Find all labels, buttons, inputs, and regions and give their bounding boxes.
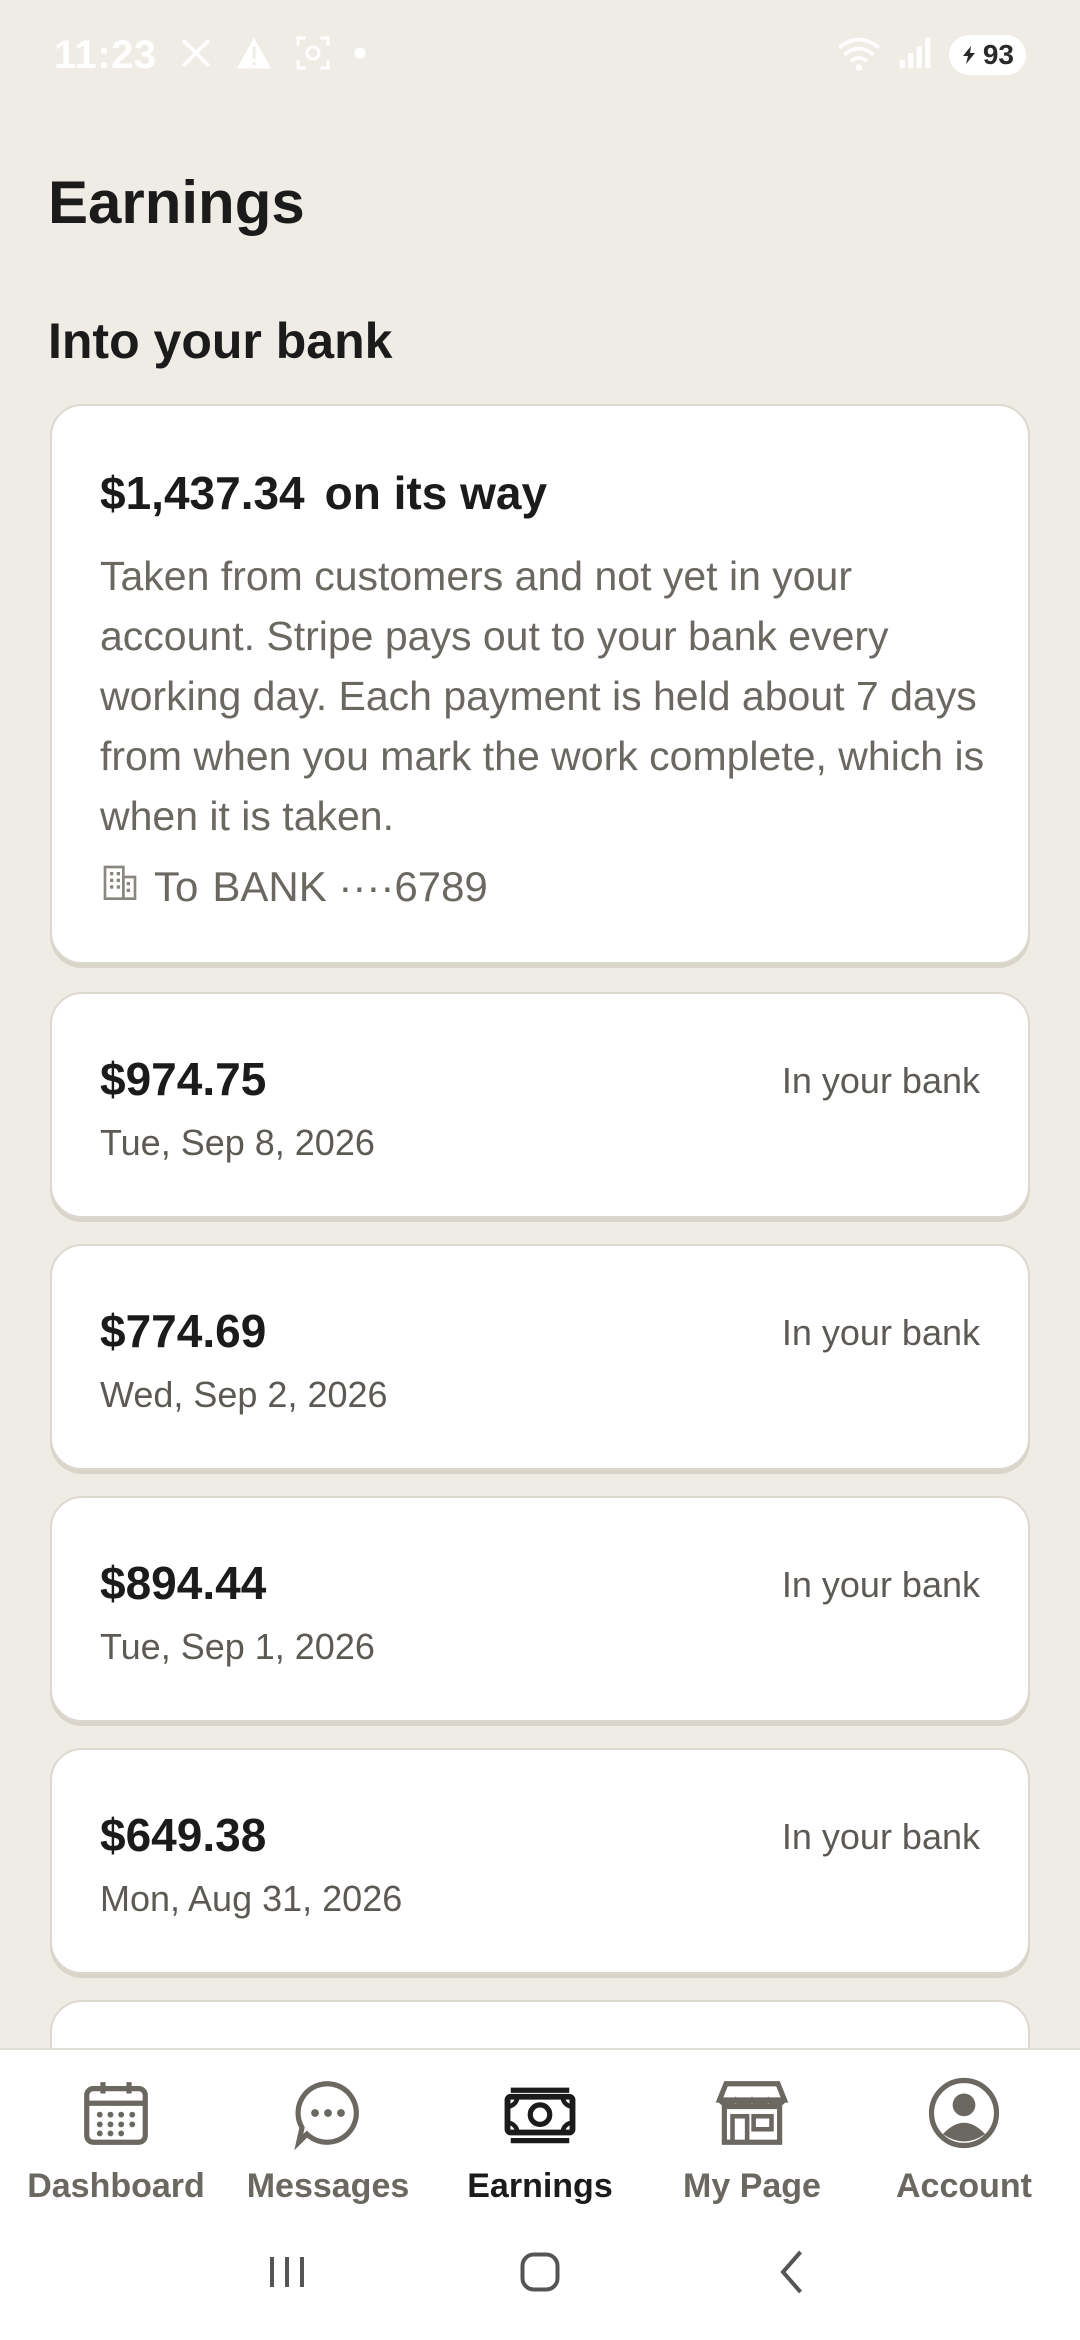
user-icon bbox=[925, 2074, 1003, 2157]
nav-item-account[interactable]: Account bbox=[858, 2050, 1070, 2218]
bank-name: BANK ····6789 bbox=[212, 863, 488, 910]
battery-icon: 93 bbox=[948, 35, 1026, 75]
section-title: Into your bank bbox=[48, 313, 393, 369]
status-left: 11:23 bbox=[54, 33, 367, 78]
payout-date: Mon, Aug 31, 2026 bbox=[100, 1878, 403, 1919]
pending-amount: $1,437.34 bbox=[100, 467, 305, 519]
nav-label-earnings: Earnings bbox=[467, 2167, 613, 2205]
payout-date: Tue, Sep 1, 2026 bbox=[100, 1626, 375, 1667]
system-nav bbox=[0, 2212, 1080, 2332]
payout-status: In your bank bbox=[781, 1312, 980, 1353]
status-right: 93 bbox=[837, 35, 1026, 76]
nav-item-dashboard[interactable]: Dashboard bbox=[10, 2050, 222, 2218]
recent-apps-button[interactable] bbox=[247, 2232, 327, 2312]
status-bar: 11:23 93 bbox=[0, 0, 1080, 110]
home-button[interactable] bbox=[500, 2232, 580, 2312]
nav-item-messages[interactable]: Messages bbox=[222, 2050, 434, 2218]
payout-amount: $974.75 bbox=[100, 1053, 267, 1105]
payout-card[interactable]: $894.44 Tue, Sep 1, 2026 In your bank bbox=[50, 1496, 1030, 1722]
nav-item-my-page[interactable]: My Page bbox=[646, 2050, 858, 2218]
bank-building-icon bbox=[100, 862, 140, 912]
status-time: 11:23 bbox=[54, 32, 157, 77]
pending-label: on its way bbox=[324, 467, 548, 519]
chat-icon bbox=[289, 2074, 367, 2157]
payout-date: Tue, Sep 8, 2026 bbox=[100, 1122, 375, 1163]
pending-payout-card[interactable]: $1,437.34 on its way Taken from customers… bbox=[50, 404, 1030, 964]
dot-icon bbox=[353, 46, 367, 65]
warning-icon bbox=[235, 36, 273, 75]
payout-amount: $894.44 bbox=[100, 1557, 267, 1609]
nav-item-earnings[interactable]: Earnings bbox=[434, 2050, 646, 2218]
back-button[interactable] bbox=[753, 2232, 833, 2312]
page-title: Earnings bbox=[48, 169, 305, 236]
payout-amount: $649.38 bbox=[100, 1809, 267, 1861]
nav-label-my-page: My Page bbox=[683, 2167, 821, 2205]
nav-label-dashboard: Dashboard bbox=[27, 2167, 205, 2205]
payout-card[interactable]: $649.38 Mon, Aug 31, 2026 In your bank bbox=[50, 1748, 1030, 1974]
payout-status: In your bank bbox=[781, 1060, 980, 1101]
payout-card[interactable]: $774.69 Wed, Sep 2, 2026 In your bank bbox=[50, 1244, 1030, 1470]
nav-items: Dashboard Messages Earnings My Page Acco… bbox=[0, 2050, 1080, 2218]
nav-label-messages: Messages bbox=[246, 2167, 410, 2205]
payout-date: Wed, Sep 2, 2026 bbox=[100, 1374, 388, 1415]
payout-card[interactable]: $974.75 Tue, Sep 8, 2026 In your bank bbox=[50, 992, 1030, 1218]
signal-icon bbox=[897, 36, 933, 75]
pending-heading: $1,437.34 on its way bbox=[100, 466, 980, 520]
storefront-icon bbox=[713, 2074, 791, 2157]
payout-status: In your bank bbox=[781, 1816, 980, 1857]
nav-label-account: Account bbox=[896, 2167, 1032, 2205]
payout-amount: $774.69 bbox=[100, 1305, 267, 1357]
pending-description: Taken from customers and not yet in your… bbox=[100, 553, 985, 839]
wifi-icon bbox=[837, 35, 881, 76]
calendar-icon bbox=[77, 2074, 155, 2157]
earnings-screen: 11:23 93 Earnings Into your bank $1,437.… bbox=[0, 0, 1080, 2340]
bank-destination: To BANK ····6789 bbox=[100, 862, 980, 912]
x-icon bbox=[179, 36, 213, 75]
bank-prefix: To bbox=[154, 863, 199, 910]
money-icon bbox=[501, 2074, 579, 2157]
payout-status: In your bank bbox=[781, 1564, 980, 1605]
battery-level: 93 bbox=[982, 39, 1014, 70]
screenshot-icon bbox=[295, 35, 331, 76]
